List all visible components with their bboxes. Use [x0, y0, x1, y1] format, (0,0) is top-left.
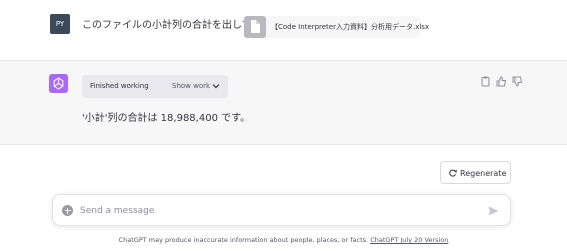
work-status-pill[interactable]: Finished working Show work — [82, 75, 228, 98]
file-name: 【Code Interpreter入力資料】分析用データ.xlsx — [271, 23, 430, 31]
file-attachment[interactable]: 【Code Interpreter入力資料】分析用データ.xlsx — [244, 16, 429, 38]
user-avatar: PY — [50, 14, 70, 34]
show-work-button[interactable]: Show work — [172, 82, 210, 90]
thumbs-up-icon[interactable] — [496, 76, 507, 87]
message-actions — [480, 76, 528, 88]
message-input[interactable] — [80, 203, 460, 218]
copy-icon[interactable] — [480, 76, 491, 87]
send-icon[interactable] — [488, 206, 499, 216]
disclaimer-footer: ChatGPT may produce inaccurate informati… — [0, 236, 567, 244]
file-icon — [244, 16, 266, 38]
regenerate-label: Regenerate — [460, 169, 507, 178]
assistant-message-row: Finished working Show work '小計'列の合計は 18,… — [0, 61, 567, 145]
regenerate-button[interactable]: Regenerate — [440, 161, 511, 184]
finished-working-label: Finished working — [90, 82, 149, 90]
user-message-row: PY このファイルの小計列の合計を出してください 【Code Interpret… — [0, 0, 567, 61]
chatgpt-logo-icon — [49, 74, 68, 93]
assistant-answer: '小計'列の合計は 18,988,400 です。 — [82, 113, 251, 124]
plus-circle-icon[interactable] — [62, 205, 73, 216]
refresh-icon — [449, 169, 457, 177]
thumbs-down-icon[interactable] — [512, 76, 523, 87]
message-composer — [52, 194, 511, 226]
chevron-down-icon — [212, 84, 220, 89]
version-link[interactable]: ChatGPT July 20 Version — [370, 236, 448, 244]
disclaimer-text: ChatGPT may produce inaccurate informati… — [118, 236, 371, 244]
